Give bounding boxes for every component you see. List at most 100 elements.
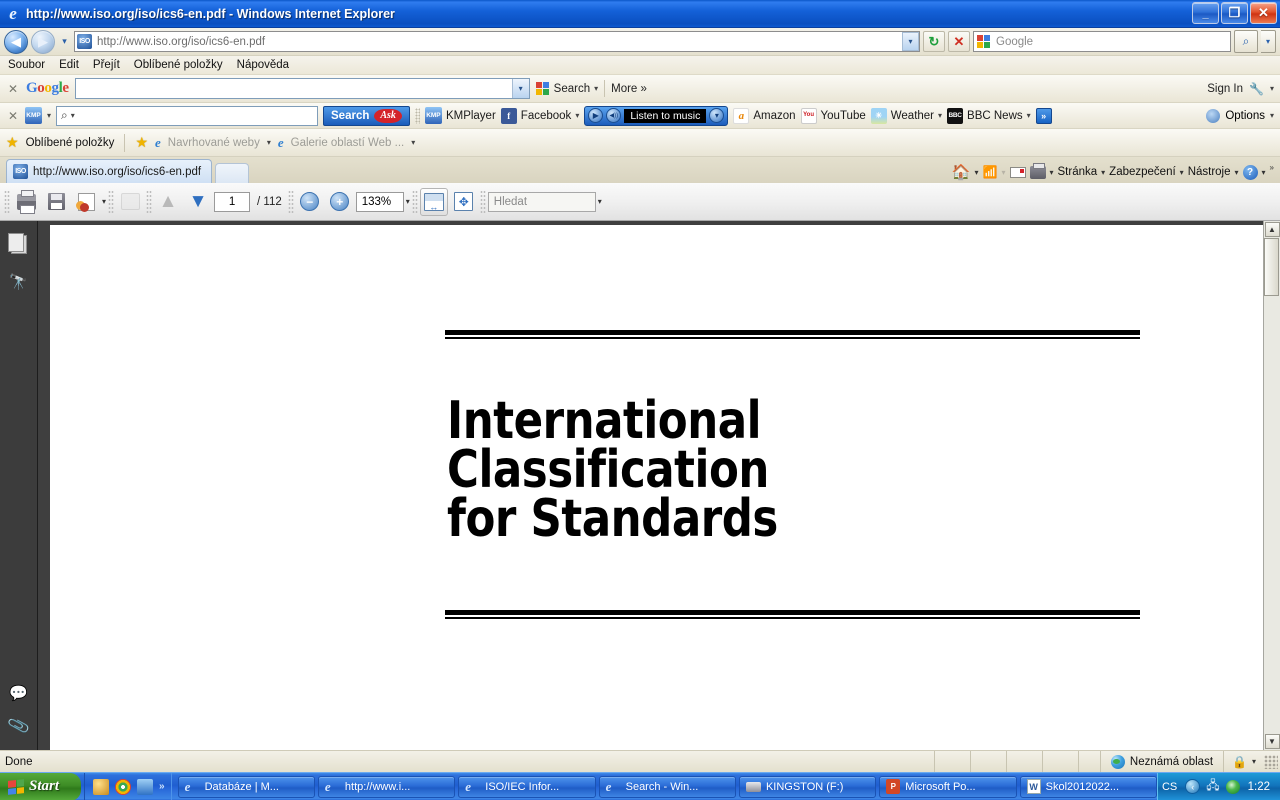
pdf-next-page-button[interactable]: ▼ (184, 188, 212, 216)
menu-item-napoveda[interactable]: Nápověda (237, 59, 289, 71)
play-icon[interactable]: ▶ (588, 108, 604, 123)
chevron-down-icon[interactable]: ▾ (406, 197, 410, 206)
chevron-down-icon[interactable]: ▾ (1180, 168, 1184, 177)
pdf-page-number-input[interactable]: 1 (214, 191, 251, 212)
app-icon[interactable] (93, 778, 110, 795)
google-more-button[interactable]: More » (611, 83, 647, 95)
security-shield-icon[interactable] (1225, 779, 1240, 794)
toolbar-grip[interactable] (479, 189, 486, 214)
google-search-input[interactable]: ▾ (74, 78, 530, 99)
menu-item-soubor[interactable]: Soubor (8, 59, 45, 71)
search-input[interactable]: Google (973, 31, 1231, 52)
tray-expand-button[interactable]: ‹ (1185, 779, 1201, 794)
chevron-down-icon[interactable]: ▾ (267, 138, 271, 147)
media-icon[interactable] (137, 778, 154, 795)
chevron-down-icon[interactable]: ▾ (1235, 168, 1239, 177)
google-search-button[interactable]: Search ▾ (535, 81, 598, 96)
clock[interactable]: 1:22 (1246, 781, 1274, 793)
search-go-button[interactable]: ⌕ (1234, 30, 1258, 53)
signin-button[interactable]: Sign In (1207, 83, 1243, 95)
pdf-zoom-in-button[interactable]: + (326, 188, 354, 216)
pdf-zoom-value[interactable]: 133% (355, 191, 404, 212)
menu-item-oblibene-polozky[interactable]: Oblíbené položky (134, 59, 223, 71)
maximize-button[interactable]: ❐ (1221, 2, 1248, 24)
protected-mode-indicator[interactable]: 🔒 ▾ (1223, 750, 1264, 773)
chrome-icon[interactable] (115, 778, 132, 795)
pdf-secure-button[interactable] (72, 188, 100, 216)
scrollbar-thumb[interactable] (1263, 238, 1279, 296)
chevron-down-icon[interactable]: ▾ (102, 197, 106, 206)
taskbar-item-search[interactable]: e Search - Win... (598, 775, 736, 798)
network-icon[interactable]: 🖧 (1206, 776, 1219, 797)
mail-icon[interactable] (1009, 166, 1026, 178)
listen-to-music-widget[interactable]: ▶ ◀)) Listen to music ▾ (584, 105, 729, 126)
menu-item-prejit[interactable]: Přejít (93, 59, 120, 71)
close-icon[interactable]: ✕ (6, 82, 20, 96)
back-button[interactable]: ◀ (4, 29, 28, 54)
search-panel-button[interactable]: 🔭 (6, 269, 32, 295)
toolbar-grip[interactable] (4, 189, 10, 214)
favorites-item-web-slice-gallery[interactable]: Galerie oblastí Web ... (291, 137, 405, 149)
scroll-up-button[interactable]: ▲ (1264, 222, 1280, 237)
refresh-button[interactable]: ↻ (923, 31, 945, 52)
security-zone[interactable]: Neznámá oblast (1099, 750, 1223, 773)
pages-panel-button[interactable] (6, 231, 32, 257)
chevron-down-icon[interactable]: ▾ (1270, 84, 1274, 93)
favorites-button[interactable]: Oblíbené položky (26, 137, 115, 149)
quick-launch-overflow-button[interactable]: » (159, 781, 165, 792)
toolbar-grip[interactable] (108, 189, 115, 214)
toolbar-grip[interactable] (287, 189, 294, 214)
scroll-down-button[interactable]: ▼ (1264, 734, 1280, 749)
toolbar-item-kmplayer[interactable]: KMP KMPlayer (424, 107, 496, 124)
chevron-down-icon[interactable]: ▾ (411, 138, 415, 147)
rss-feed-icon[interactable]: 📶 (983, 165, 998, 179)
ask-search-input[interactable]: ⌕ ▾ (56, 105, 319, 126)
close-icon[interactable]: ✕ (6, 109, 20, 123)
close-button[interactable]: ✕ (1250, 2, 1277, 24)
ask-options-button[interactable]: Options ▾ (1206, 108, 1274, 123)
toolbar-item-youtube[interactable]: You YouTube (800, 107, 866, 124)
paperclip-icon[interactable]: 📎 (6, 713, 32, 739)
ask-search-button[interactable]: Search Ask (323, 105, 410, 126)
minimize-button[interactable]: _ (1192, 2, 1219, 24)
new-tab-button[interactable] (215, 163, 250, 183)
taskbar-item-databaze[interactable]: e Databáze | M... (177, 775, 315, 798)
page-menu-button[interactable]: Stránka (1058, 166, 1098, 178)
pdf-find-input[interactable]: Hledat (487, 191, 596, 212)
taskbar-item-kingston[interactable]: KINGSTON (F:) (738, 775, 877, 798)
chevron-down-icon[interactable]: ▾ (1101, 168, 1105, 177)
vertical-scrollbar[interactable]: ▲ ▼ (1263, 221, 1280, 750)
help-icon[interactable]: ? (1242, 164, 1258, 180)
toolbar-overflow-button[interactable]: » (1035, 107, 1052, 124)
toolbar-item-facebook[interactable]: f Facebook ▾ (500, 107, 579, 124)
toolbar-grip[interactable] (414, 107, 420, 124)
comment-icon[interactable]: 💬 (9, 684, 28, 702)
toolbar-item-bbc-news[interactable]: BBC BBC News ▾ (947, 107, 1031, 124)
print-icon[interactable] (1029, 162, 1046, 179)
chevron-down-icon[interactable]: ▾ (47, 111, 51, 120)
taskbar-item-iso-iec[interactable]: e ISO/IEC Infor... (458, 775, 596, 798)
history-dropdown-button[interactable]: ▾ (58, 36, 71, 47)
url-dropdown-button[interactable]: ▾ (902, 32, 919, 51)
forward-button[interactable]: ▶ (31, 29, 55, 54)
chevron-down-icon[interactable]: ▾ (511, 79, 529, 98)
resize-grip[interactable] (1264, 754, 1278, 769)
toolbar-item-amazon[interactable]: a Amazon (733, 107, 796, 124)
language-indicator[interactable]: CS (1162, 781, 1179, 793)
taskbar-item-powerpoint[interactable]: P Microsoft Po... (879, 775, 1017, 798)
tools-menu-button[interactable]: Nástroje (1188, 166, 1231, 178)
volume-icon[interactable]: ◀)) (606, 108, 622, 123)
security-menu-button[interactable]: Zabezpečení (1109, 166, 1176, 178)
tab-iso-pdf[interactable]: ISO http://www.iso.org/iso/ics6-en.pdf (6, 159, 213, 183)
search-provider-dropdown[interactable]: ▾ (1261, 30, 1276, 53)
pdf-save-button[interactable] (42, 188, 70, 216)
taskbar-item-iso-pdf[interactable]: e http://www.i... (317, 775, 456, 798)
chevron-down-icon[interactable]: ▾ (1050, 168, 1054, 177)
chevron-down-icon[interactable]: ▾ (598, 197, 602, 206)
menu-item-edit[interactable]: Edit (59, 59, 79, 71)
add-favorite-icon[interactable]: ★ (135, 134, 148, 151)
toolbar-item-weather[interactable]: ☀ Weather ▾ (870, 107, 942, 124)
stop-button[interactable]: ✕ (948, 31, 970, 52)
chevron-down-icon[interactable]: ▾ (709, 108, 725, 123)
pdf-fit-width-button[interactable] (419, 187, 448, 216)
